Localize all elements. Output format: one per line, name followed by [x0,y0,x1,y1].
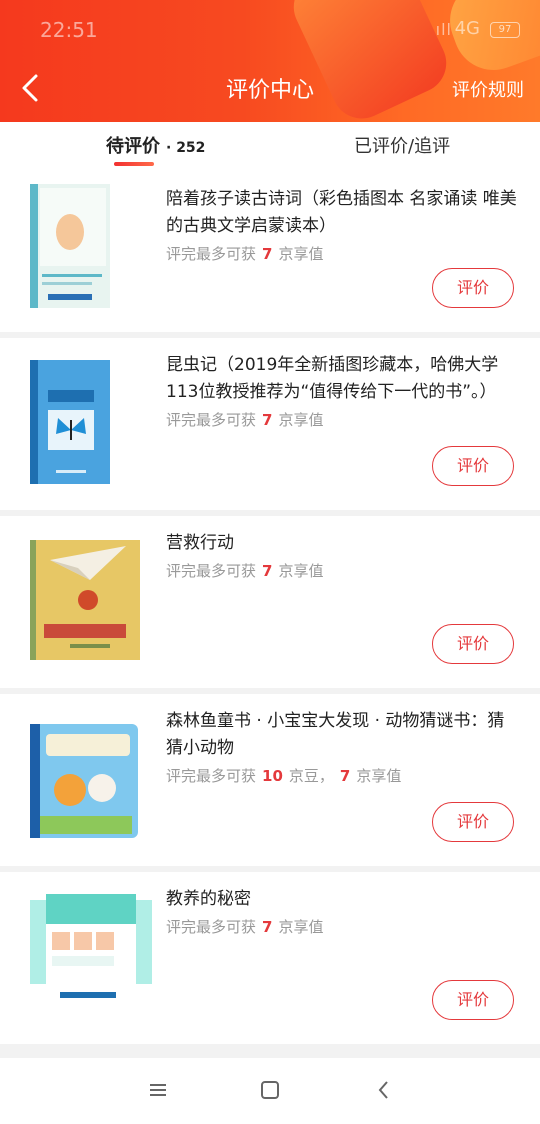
review-button[interactable]: 评价 [432,802,514,842]
tab-pending[interactable]: 待评价 · 252 [106,132,205,158]
battery-icon: 97 [490,22,520,38]
product-name[interactable]: 森林鱼童书 · 小宝宝大发现 · 动物猜谜书：猜猜小动物 [166,708,518,762]
list-item: 营救行动 评完最多可获 7 京享值 评价 [0,516,540,688]
reward-text: 评完最多可获 7 京享值 [166,411,324,429]
book-cover-poetry [30,184,148,308]
list-item: 森林鱼童书 · 小宝宝大发现 · 动物猜谜书：猜猜小动物 评完最多可获 10 京豆，… [0,694,540,866]
book-cover-animals [30,720,148,840]
back-nav-icon[interactable] [372,1078,396,1102]
list-item: 昆虫记（2019年全新插图珍藏本，哈佛大学113位教授推荐为“值得传给下一代的书… [0,338,540,510]
book-cover-parenting [30,892,152,1016]
reward-text: 评完最多可获 7 京享值 [166,918,324,936]
rules-link[interactable]: 评价规则 [452,76,524,102]
tab-bar: 待评价 · 252 已评价/追评 [0,122,540,172]
product-name[interactable]: 昆虫记（2019年全新插图珍藏本，哈佛大学113位教授推荐为“值得传给下一代的书… [166,352,518,406]
list-item: 陪着孩子读古诗词（彩色插图本 名家诵读 唯美的古典文学启蒙读本） 评完最多可获 7… [0,172,540,332]
header: 22:51 ıll 4G 97 评价中心 评价规则 [0,0,540,122]
nav-bar: 评价中心 评价规则 [0,56,540,122]
signal-icon: ıll [435,20,452,39]
network-label: 4G [454,18,480,39]
tab-indicator [114,162,154,166]
product-name[interactable]: 营救行动 [166,530,518,557]
review-button[interactable]: 评价 [432,446,514,486]
reward-text: 评完最多可获 10 京豆， 7 京享值 [166,767,402,785]
tab-pending-label: 待评价 [106,136,160,157]
reward-text: 评完最多可获 7 京享值 [166,245,324,263]
menu-icon[interactable] [146,1078,170,1102]
review-list: 陪着孩子读古诗词（彩色插图本 名家诵读 唯美的古典文学启蒙读本） 评完最多可获 7… [0,172,540,1050]
review-button[interactable]: 评价 [432,268,514,308]
status-time: 22:51 [40,18,98,42]
product-name[interactable]: 教养的秘密 [166,886,518,913]
reward-text: 评完最多可获 7 京享值 [166,562,324,580]
status-bar: 22:51 ıll 4G 97 [0,0,540,56]
book-cover-insects [30,360,148,484]
list-item: 教养的秘密 评完最多可获 7 京享值 评价 [0,872,540,1044]
system-nav-bar [0,1058,540,1124]
book-cover-rescue [30,540,148,660]
tab-reviewed[interactable]: 已评价/追评 [354,132,450,158]
home-icon[interactable] [258,1078,282,1102]
product-name[interactable]: 陪着孩子读古诗词（彩色插图本 名家诵读 唯美的古典文学启蒙读本） [166,186,518,240]
review-button[interactable]: 评价 [432,624,514,664]
review-button[interactable]: 评价 [432,980,514,1020]
tab-pending-count: · 252 [166,140,206,156]
